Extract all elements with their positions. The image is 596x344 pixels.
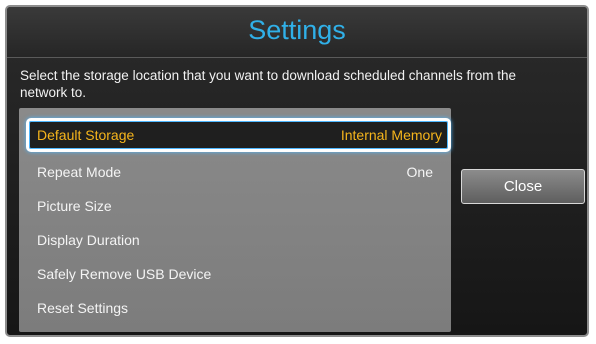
close-button[interactable]: Close: [461, 169, 585, 204]
title-bar: Settings: [7, 7, 587, 58]
menu-item-value: Internal Memory: [340, 127, 442, 143]
menu-item-label: Picture Size: [37, 198, 112, 214]
menu-item-value: One: [406, 164, 433, 180]
menu-item-display-duration[interactable]: Display Duration: [19, 223, 451, 257]
settings-dialog: Settings Select the storage location tha…: [5, 5, 589, 337]
menu-item-safely-remove-usb[interactable]: Safely Remove USB Device: [19, 257, 451, 291]
menu-item-label: Reset Settings: [37, 300, 129, 316]
dialog-description: Select the storage location that you wan…: [20, 68, 517, 100]
menu-item-reset-settings[interactable]: Reset Settings: [19, 291, 451, 325]
menu-item-label: Safely Remove USB Device: [37, 266, 212, 282]
menu-item-repeat-mode[interactable]: Repeat Mode One: [19, 155, 451, 189]
menu-item-picture-size[interactable]: Picture Size: [19, 189, 451, 223]
menu-item-label: Default Storage: [37, 127, 135, 143]
settings-menu: Default Storage Internal Memory Repeat M…: [19, 108, 451, 332]
dialog-title: Settings: [248, 15, 346, 45]
menu-item-label: Display Duration: [37, 232, 140, 248]
menu-item-default-storage[interactable]: Default Storage Internal Memory: [26, 118, 451, 152]
menu-item-label: Repeat Mode: [37, 164, 122, 180]
